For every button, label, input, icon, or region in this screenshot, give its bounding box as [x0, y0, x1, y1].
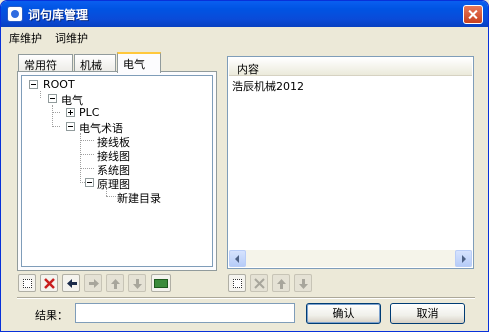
arrow-down-icon — [299, 279, 308, 289]
close-button[interactable] — [463, 5, 483, 24]
tree-node-electrical[interactable]: 电气 — [61, 92, 83, 107]
content-down-button[interactable] — [294, 274, 312, 292]
delete-button[interactable] — [40, 274, 58, 292]
tree-node-electrical-terms[interactable]: 电气术语 — [79, 120, 123, 135]
add-content-button[interactable] — [228, 274, 246, 292]
tab-common-symbols[interactable]: 常用符号 — [18, 54, 73, 88]
tree-node-system-diagram[interactable]: 系统图 — [97, 162, 130, 177]
new-icon — [23, 279, 32, 288]
column-header-content[interactable]: 内容 — [229, 58, 472, 76]
dialog-window: 词句库管理 库维护 词维护 常用符号 机械 电气 — [0, 0, 489, 332]
tree-connector — [80, 168, 94, 169]
scroll-left-icon[interactable] — [229, 250, 246, 267]
list-item[interactable]: 浩辰机械2012 — [232, 78, 304, 94]
scroll-right-icon[interactable] — [455, 250, 472, 267]
menu-word-maintenance[interactable]: 词维护 — [55, 30, 88, 46]
rename-icon — [154, 279, 168, 288]
move-down-button[interactable] — [128, 274, 146, 292]
tree-connector — [52, 126, 60, 127]
collapse-icon[interactable] — [85, 178, 94, 187]
tree-node-schematic[interactable]: 原理图 — [97, 176, 130, 191]
tab-electrical[interactable]: 电气 — [117, 52, 161, 73]
app-icon — [7, 6, 23, 22]
delete-icon — [44, 278, 55, 289]
tree-connector — [80, 140, 94, 141]
category-tree[interactable]: ROOT 电气 PLC 电气术语 接线板 接线图 系统图 原理图 新建目录 — [21, 75, 213, 267]
tree-connector — [106, 196, 116, 197]
tree-node-new-folder[interactable]: 新建目录 — [117, 190, 161, 205]
expand-icon[interactable] — [66, 108, 75, 117]
collapse-icon[interactable] — [66, 122, 75, 131]
column-header-label: 内容 — [237, 63, 259, 76]
tab-panel: ROOT 电气 PLC 电气术语 接线板 接线图 系统图 原理图 新建目录 — [17, 71, 217, 271]
delete-content-button[interactable] — [250, 274, 268, 292]
content-list[interactable]: 内容 浩辰机械2012 — [227, 56, 474, 269]
horizontal-scrollbar[interactable] — [229, 250, 472, 267]
result-label: 结果： — [35, 309, 68, 322]
separator — [17, 297, 475, 299]
tree-node-wiring-diagram[interactable]: 接线图 — [97, 148, 130, 163]
arrow-left-icon — [67, 279, 77, 288]
arrow-down-icon — [133, 279, 142, 289]
menu-library-maintenance[interactable]: 库维护 — [9, 30, 42, 46]
cancel-button[interactable]: 取消 — [390, 303, 465, 324]
tree-connector — [80, 154, 94, 155]
content-up-button[interactable] — [272, 274, 290, 292]
tab-mechanical[interactable]: 机械 — [74, 54, 116, 72]
collapse-icon[interactable] — [29, 80, 38, 89]
tree-connector — [40, 91, 41, 98]
rename-button[interactable] — [151, 274, 171, 292]
tree-node-plc[interactable]: PLC — [79, 106, 99, 120]
tree-connector — [52, 112, 60, 113]
move-left-button[interactable] — [62, 274, 80, 292]
arrow-up-icon — [277, 279, 286, 289]
tree-connector — [52, 105, 53, 127]
confirm-button[interactable]: 确认 — [306, 303, 381, 324]
menu-bar: 库维护 词维护 — [1, 27, 488, 46]
collapse-icon[interactable] — [48, 94, 57, 103]
result-input[interactable] — [75, 303, 295, 323]
arrow-up-icon — [111, 279, 120, 289]
move-right-button[interactable] — [84, 274, 102, 292]
new-item-button[interactable] — [18, 274, 36, 292]
delete-icon — [254, 278, 265, 289]
arrow-right-icon — [89, 279, 99, 288]
new-icon — [233, 279, 242, 288]
window-title: 词句库管理 — [28, 8, 89, 22]
move-up-button[interactable] — [106, 274, 124, 292]
tree-node-root[interactable]: ROOT — [43, 78, 75, 92]
tree-node-terminal-board[interactable]: 接线板 — [97, 134, 130, 149]
title-bar[interactable]: 词句库管理 — [1, 1, 488, 27]
